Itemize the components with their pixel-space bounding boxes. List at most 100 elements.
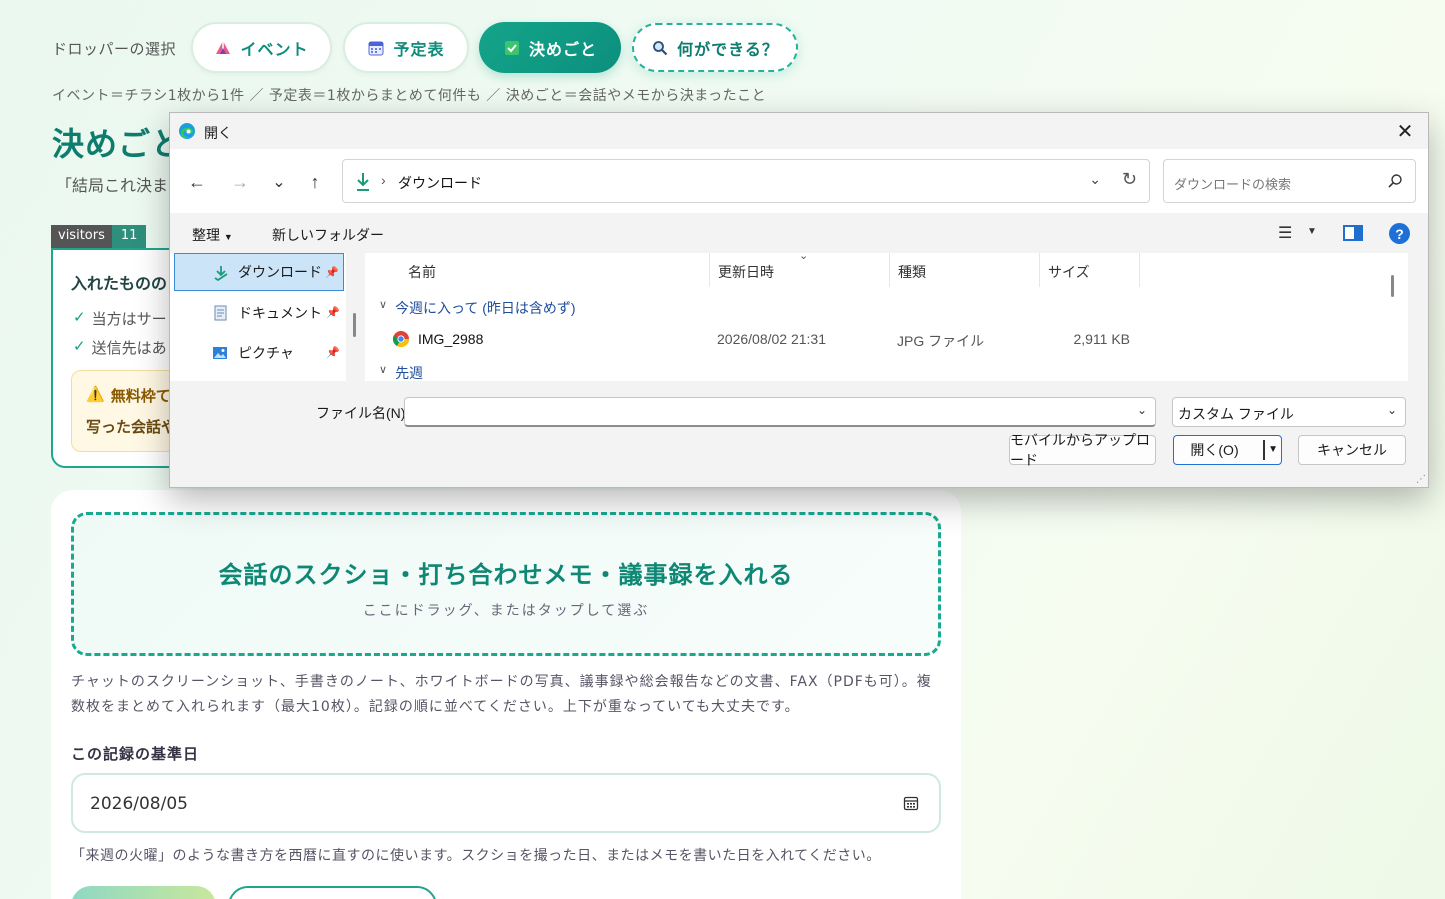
tab-schedule-label: 予定表 xyxy=(393,39,445,59)
dialog-title: 開く xyxy=(204,125,232,141)
up-folder-arrow-icon[interactable]: ↑ xyxy=(304,171,326,193)
tab-help-label: 何ができる？ xyxy=(677,39,779,59)
dropdown-caret-icon: ▼ xyxy=(223,232,233,242)
pictures-icon xyxy=(212,345,228,361)
dropzone-title: 会話のスクショ・打ち合わせメモ・議事録を入れる xyxy=(218,561,794,589)
tab-event[interactable]: イベント xyxy=(191,22,332,73)
sidebar-item-label: ドキュメント xyxy=(238,305,322,321)
pin-icon: 📌 xyxy=(325,267,339,279)
tab-event-label: イベント xyxy=(240,39,309,59)
file-type-select[interactable]: カスタム ファイル ⌄ xyxy=(1172,397,1406,427)
pin-icon: 📌 xyxy=(326,347,340,359)
download-folder-icon xyxy=(355,172,371,192)
info-check-item: ✓ 送信先はあ xyxy=(73,337,167,358)
visitor-counter: visitors 11 xyxy=(51,225,147,248)
file-list-scrollbar[interactable] xyxy=(1391,275,1394,297)
open-button[interactable]: 開く(O) ▼ xyxy=(1173,435,1282,465)
search-placeholder: ダウンロードの検索 xyxy=(1174,177,1292,192)
preview-pane-icon[interactable] xyxy=(1343,225,1363,241)
info-card-title: 入れたものの xyxy=(71,274,168,293)
info-check-text: 当方はサー xyxy=(91,310,167,328)
folder-search-input[interactable]: ダウンロードの検索 xyxy=(1163,159,1416,203)
column-header-name[interactable]: 名前 xyxy=(400,253,710,287)
download-check-icon xyxy=(213,265,229,282)
refresh-icon[interactable]: ↻ xyxy=(1122,169,1137,190)
filename-input[interactable]: ⌄ xyxy=(404,397,1156,427)
file-type: JPG ファイル xyxy=(897,333,985,349)
view-options-icon[interactable]: ☰ xyxy=(1278,223,1292,243)
page-subtitle: 「結局これ決ま xyxy=(56,176,169,195)
address-history-chevron-icon[interactable]: ⌄ xyxy=(1089,171,1101,188)
check-icon: ✓ xyxy=(73,337,86,355)
filename-history-chevron-icon[interactable]: ⌄ xyxy=(1137,403,1147,417)
secondary-action-button[interactable] xyxy=(228,886,437,899)
circus-tent-icon xyxy=(214,39,232,57)
tab-schedule[interactable]: 予定表 xyxy=(343,22,469,73)
warning-title: 無料枠て xyxy=(110,387,171,405)
file-dropzone[interactable]: 会話のスクショ・打ち合わせメモ・議事録を入れる ここにドラッグ、またはタップして… xyxy=(71,512,941,656)
base-date-value: 2026/08/05 xyxy=(90,794,188,814)
chevron-down-icon: ⌄ xyxy=(1386,403,1397,417)
pin-icon: 📌 xyxy=(326,307,340,319)
visitor-count: 11 xyxy=(111,225,147,248)
collapse-chevron-icon: ∨ xyxy=(379,364,388,376)
mode-hint: イベント＝チラシ1枚から1件 ／ 予定表＝1枚からまとめて何件も ／ 決めごと＝… xyxy=(52,88,767,104)
file-name: IMG_2988 xyxy=(418,331,484,347)
group-header-last-week[interactable]: ∨ 先週 xyxy=(379,363,423,383)
checkbox-icon xyxy=(503,39,521,57)
file-row[interactable]: IMG_2988 2026/08/02 21:31 JPG ファイル 2,911… xyxy=(365,327,1408,353)
navigation-scrollbar[interactable] xyxy=(353,313,356,337)
new-folder-button[interactable]: 新しいフォルダー xyxy=(272,225,384,245)
resize-grip-icon[interactable]: ⋰ xyxy=(1416,474,1426,485)
group-header-this-week[interactable]: ∨ 今週に入って (昨日は含めず) xyxy=(379,298,576,318)
organize-menu-button[interactable]: 整理 ▼ xyxy=(192,225,233,245)
file-open-dialog: 開く ✕ ← → ⌄ ↑ › ダウンロード ⌄ ↻ ダウンロードの検索 整理 ▼… xyxy=(169,112,1429,488)
tab-what-can-it-do[interactable]: 何ができる？ xyxy=(632,23,798,72)
file-type-value: カスタム ファイル xyxy=(1178,406,1294,422)
group-label: 先週 xyxy=(395,365,424,381)
close-icon[interactable]: ✕ xyxy=(1390,117,1420,145)
base-date-input[interactable]: 2026/08/05 xyxy=(71,773,941,833)
chrome-icon xyxy=(392,330,410,348)
address-bar[interactable]: › ダウンロード ⌄ ↻ xyxy=(342,159,1150,203)
warning-icon: ⚠️ xyxy=(86,385,105,403)
open-options-caret-icon[interactable]: ▼ xyxy=(1268,444,1278,455)
upload-card: 会話のスクショ・打ち合わせメモ・議事録を入れる ここにドラッグ、またはタップして… xyxy=(51,490,961,899)
sidebar-item-label: ダウンロード xyxy=(238,264,322,280)
base-date-help: 「来週の火曜」のような書き方を西暦に直すのに使います。スクショを撮った日、または… xyxy=(71,848,881,864)
info-check-item: ✓ 当方はサー xyxy=(73,308,167,329)
file-size: 2,911 KB xyxy=(1073,331,1130,347)
calendar-picker-icon[interactable] xyxy=(903,795,919,811)
back-arrow-icon[interactable]: ← xyxy=(186,171,208,193)
sidebar-item-downloads[interactable]: ダウンロード 📌 xyxy=(174,253,344,291)
search-icon xyxy=(1387,173,1403,189)
view-dropdown-caret-icon[interactable]: ▼ xyxy=(1307,226,1317,237)
file-modified: 2026/08/02 21:31 xyxy=(717,331,826,347)
edge-browser-icon xyxy=(178,122,196,140)
breadcrumb-separator: › xyxy=(381,172,386,188)
sidebar-item-documents[interactable]: ドキュメント 📌 xyxy=(174,294,344,332)
dialog-toolbar: 整理 ▼ 新しいフォルダー ☰ ▼ ? xyxy=(170,213,1428,253)
cancel-button[interactable]: キャンセル xyxy=(1298,435,1406,465)
breadcrumb-downloads[interactable]: ダウンロード xyxy=(398,173,482,193)
tab-decisions[interactable]: 決めごと xyxy=(479,22,621,73)
help-icon[interactable]: ? xyxy=(1389,223,1410,244)
document-icon xyxy=(212,305,228,321)
mode-selector-label: ドロッパーの選択 xyxy=(52,40,177,58)
column-header-size[interactable]: サイズ xyxy=(1040,253,1140,287)
open-button-label: 開く(O) xyxy=(1190,442,1239,458)
calendar-icon xyxy=(367,39,385,57)
magnifier-icon xyxy=(651,39,669,57)
forward-arrow-icon[interactable]: → xyxy=(229,171,251,193)
dropzone-subtitle: ここにドラッグ、またはタップして選ぶ xyxy=(362,603,650,619)
filename-label: ファイル名(N): xyxy=(316,405,410,421)
upload-from-mobile-button[interactable]: モバイルからアップロード xyxy=(1009,432,1156,468)
column-header-type[interactable]: 種類 xyxy=(890,253,1040,287)
sidebar-item-pictures[interactable]: ピクチャ 📌 xyxy=(174,334,344,372)
file-list: 名前 更新日時 ⌄ 種類 サイズ ∨ 今週に入って (昨日は含めず) IMG_2… xyxy=(365,250,1408,383)
primary-action-button[interactable] xyxy=(71,886,216,899)
dialog-titlebar: 開く ✕ xyxy=(170,113,1428,149)
sidebar-item-label: ピクチャ xyxy=(238,345,294,361)
dialog-navigation-bar: ← → ⌄ ↑ › ダウンロード ⌄ ↻ ダウンロードの検索 xyxy=(170,149,1428,213)
recent-locations-chevron-icon[interactable]: ⌄ xyxy=(268,171,290,193)
